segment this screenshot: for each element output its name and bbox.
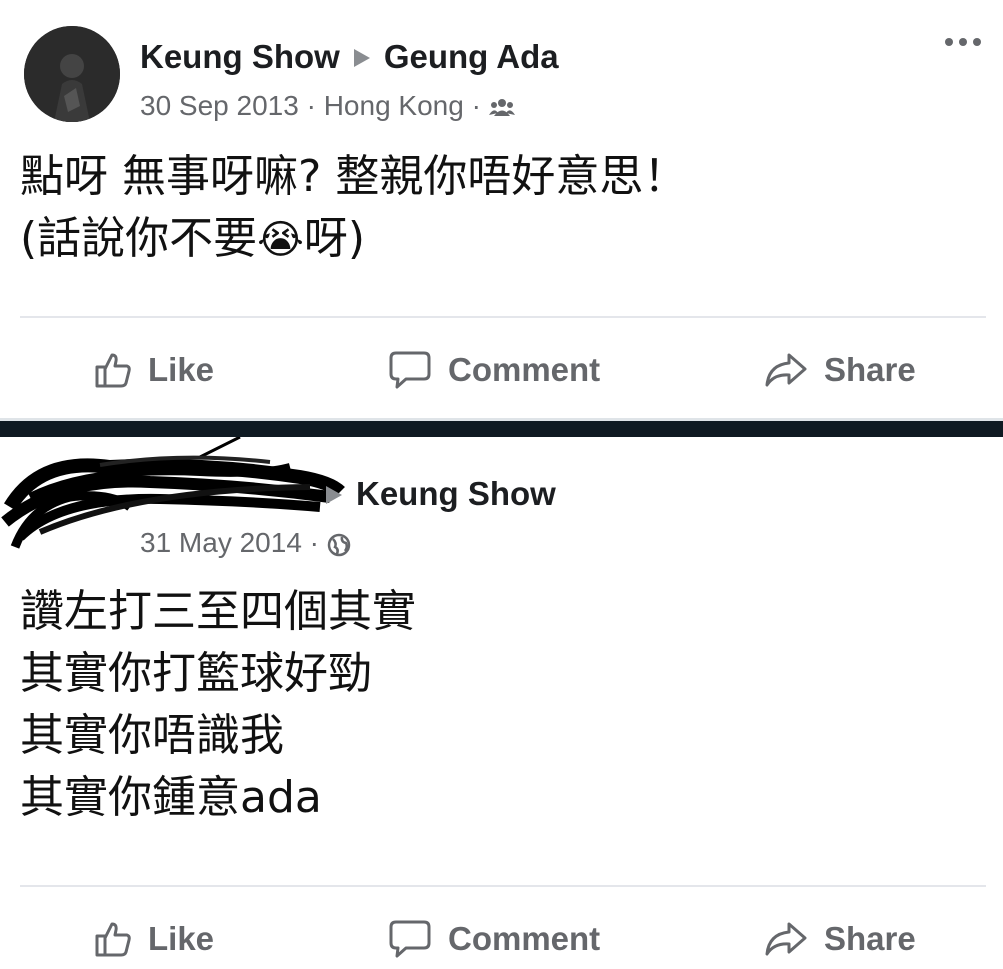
author-name[interactable]: Keung Show xyxy=(140,38,340,75)
recipient-name[interactable]: Geung Ada xyxy=(384,38,559,75)
more-options-icon[interactable] xyxy=(945,38,981,46)
post-text-line: 其實你唔識我 xyxy=(20,710,284,761)
share-label: Share xyxy=(824,351,916,388)
recipient-name[interactable]: Keung Show xyxy=(356,475,556,512)
meta-separator: · xyxy=(306,90,316,121)
loudly-crying-emoji: 😭 xyxy=(257,217,304,263)
comment-button[interactable]: Comment xyxy=(388,340,600,400)
post-location[interactable]: Hong Kong xyxy=(324,90,464,121)
screenshot-divider xyxy=(0,418,1003,437)
post-text-line: 其實你打籃球好勁 xyxy=(20,648,372,699)
arrow-icon xyxy=(326,485,342,504)
post-text-line: (話說你不要😭呀) xyxy=(20,213,366,264)
action-divider xyxy=(20,885,986,887)
post-date[interactable]: 30 Sep 2013 xyxy=(140,90,299,121)
post-actions: Like Comment Share xyxy=(0,340,1003,400)
meta-separator: · xyxy=(309,527,319,558)
post-text-line: 讚左打三至四個其實 xyxy=(20,586,416,637)
post-meta: 31 May 2014 · xyxy=(140,527,351,559)
comment-label: Comment xyxy=(448,920,601,957)
share-arrow-icon xyxy=(765,353,807,387)
comment-label: Comment xyxy=(448,351,601,388)
action-divider xyxy=(20,316,986,318)
comment-bubble-icon xyxy=(389,351,431,389)
globe-icon xyxy=(327,527,351,558)
like-button[interactable]: Like xyxy=(94,909,214,969)
comment-button[interactable]: Comment xyxy=(388,909,600,969)
friends-icon xyxy=(488,90,515,121)
meta-separator: · xyxy=(471,90,481,121)
post-date[interactable]: 31 May 2014 xyxy=(140,527,302,558)
post-meta: 30 Sep 2013 · Hong Kong · xyxy=(140,90,515,122)
author-avatar[interactable] xyxy=(24,26,120,122)
thumbs-up-icon xyxy=(95,353,131,388)
like-label: Like xyxy=(148,351,215,388)
thumbs-up-icon xyxy=(95,922,131,957)
post-card-2: Keung Show 31 May 2014 · 讚左打三至四個其實 其實你打籃… xyxy=(0,437,1003,964)
post-header-names: Keung Show Geung Ada xyxy=(140,38,559,76)
like-label: Like xyxy=(148,920,215,957)
like-button[interactable]: Like xyxy=(94,340,214,400)
post-text-line: 其實你鍾意ada xyxy=(20,772,322,823)
post-card-1: Keung Show Geung Ada 30 Sep 2013 · Hong K… xyxy=(0,0,1003,418)
post-header-names: Keung Show xyxy=(326,475,556,513)
comment-bubble-icon xyxy=(389,920,431,958)
post-text-line: 點呀 無事呀嘛? 整親你唔好意思！ xyxy=(20,151,688,202)
post-text: 點呀 無事呀嘛? 整親你唔好意思！ (話說你不要😭呀) xyxy=(20,146,687,271)
share-label: Share xyxy=(824,920,916,957)
share-arrow-icon xyxy=(765,922,807,956)
post-text: 讚左打三至四個其實 其實你打籃球好勁 其實你唔識我 其實你鍾意ada xyxy=(20,581,416,829)
share-button[interactable]: Share xyxy=(764,340,916,400)
post-actions: Like Comment Share xyxy=(0,909,1003,969)
share-button[interactable]: Share xyxy=(764,909,916,969)
arrow-icon xyxy=(353,48,370,67)
